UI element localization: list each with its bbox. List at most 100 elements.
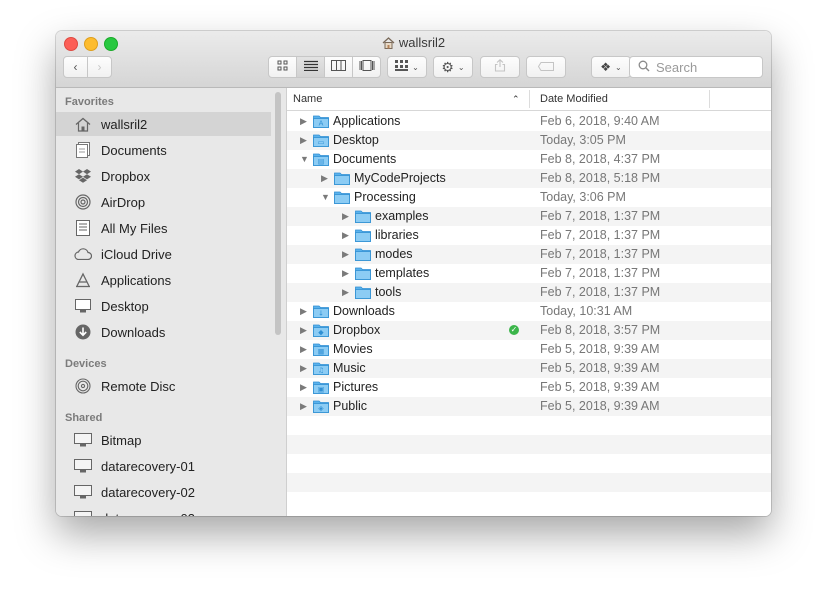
disclosure-collapsed-icon[interactable]: ▶	[342, 268, 351, 278]
file-row[interactable]: ▶ A Applications Feb 6, 2018, 9:40 AM	[287, 112, 771, 131]
list-view-button[interactable]	[296, 56, 325, 78]
sidebar-item-icloud-drive[interactable]: iCloud Drive	[56, 242, 271, 266]
file-row[interactable]: ▶ ◆ Dropbox ✓ Feb 8, 2018, 3:57 PM	[287, 321, 771, 340]
sidebar-item-datarecovery-03[interactable]: datarecovery-03	[56, 506, 271, 516]
column-view-icon	[331, 60, 346, 74]
sidebar-item-label: Bitmap	[101, 432, 142, 448]
sidebar-item-airdrop[interactable]: AirDrop	[56, 190, 271, 214]
folder-icon: ▦	[313, 342, 329, 356]
file-date-modified: Today, 3:06 PM	[540, 190, 626, 204]
disclosure-collapsed-icon[interactable]: ▶	[300, 325, 309, 335]
sort-ascending-icon: ⌃	[512, 94, 520, 104]
share-button[interactable]	[480, 56, 520, 78]
file-name: modes	[375, 247, 413, 261]
disclosure-collapsed-icon[interactable]: ▶	[342, 287, 351, 297]
sidebar-item-datarecovery-01[interactable]: datarecovery-01	[56, 454, 271, 478]
list-view-icon	[303, 60, 318, 74]
sidebar-item-applications[interactable]: Applications	[56, 268, 271, 292]
file-row[interactable]: ▶ modes Feb 7, 2018, 1:37 PM	[287, 245, 771, 264]
file-row[interactable]: ▶ MyCodeProjects Feb 8, 2018, 5:18 PM	[287, 169, 771, 188]
disclosure-collapsed-icon[interactable]: ▶	[300, 116, 309, 126]
disclosure-collapsed-icon[interactable]: ▶	[300, 401, 309, 411]
sidebar-item-label: Dropbox	[101, 168, 151, 184]
action-button[interactable]: ⚙ ⌄	[433, 56, 473, 78]
file-list: Name ⌃ Date Modified ▶ A Applications Feb 6…	[287, 88, 771, 516]
file-name: Downloads	[333, 304, 395, 318]
file-row[interactable]: ▶ templates Feb 7, 2018, 1:37 PM	[287, 264, 771, 283]
file-row[interactable]: ▶ examples Feb 7, 2018, 1:37 PM	[287, 207, 771, 226]
sidebar-item-wallsril2[interactable]: wallsril2	[56, 112, 271, 136]
gallery-view-button[interactable]	[352, 56, 381, 78]
downloads-icon	[73, 323, 93, 341]
computer-icon	[73, 483, 93, 501]
sidebar-item-documents[interactable]: Documents	[56, 138, 271, 162]
sidebar-item-label: All My Files	[101, 220, 168, 236]
sidebar-item-datarecovery-02[interactable]: datarecovery-02	[56, 480, 271, 504]
sidebar-item-remote-disc[interactable]: Remote Disc	[56, 374, 271, 398]
dropbox-menu-button[interactable]: ❖ ⌄	[591, 56, 631, 78]
search-field[interactable]: Search	[629, 56, 763, 78]
file-name: Applications	[333, 114, 401, 128]
sidebar-item-dropbox[interactable]: Dropbox	[56, 164, 271, 188]
share-icon	[494, 59, 506, 75]
folder-icon: ◈	[313, 399, 329, 413]
disclosure-collapsed-icon[interactable]: ▶	[342, 211, 351, 221]
sidebar-item-label: wallsril2	[101, 116, 148, 132]
sidebar-item-downloads[interactable]: Downloads	[56, 320, 271, 344]
computer-icon	[73, 457, 93, 475]
disclosure-collapsed-icon[interactable]: ▶	[300, 363, 309, 373]
disclosure-collapsed-icon[interactable]: ▶	[300, 306, 309, 316]
disclosure-collapsed-icon[interactable]: ▶	[300, 344, 309, 354]
disclosure-collapsed-icon[interactable]: ▶	[300, 135, 309, 145]
column-view-button[interactable]	[324, 56, 353, 78]
file-row[interactable]: ▶ ↓ Downloads Today, 10:31 AM	[287, 302, 771, 321]
file-row[interactable]: ▶ ▦ Movies Feb 5, 2018, 9:39 AM	[287, 340, 771, 359]
disclosure-expanded-icon[interactable]: ▼	[300, 154, 309, 164]
name-column-header[interactable]: Name	[293, 93, 322, 105]
column-separator[interactable]	[709, 90, 710, 108]
applications-icon	[73, 271, 93, 289]
back-button[interactable]: ‹	[63, 56, 88, 78]
disclosure-expanded-icon[interactable]: ▼	[321, 192, 330, 202]
sidebar-item-desktop[interactable]: Desktop	[56, 294, 271, 318]
folder-icon	[355, 266, 371, 280]
documents-icon	[73, 141, 93, 159]
disclosure-collapsed-icon[interactable]: ▶	[342, 249, 351, 259]
file-row[interactable]: ▶ tools Feb 7, 2018, 1:37 PM	[287, 283, 771, 302]
file-row[interactable]: ▶ ♫ Music Feb 5, 2018, 9:39 AM	[287, 359, 771, 378]
sidebar-item-label: Documents	[101, 142, 167, 158]
gallery-view-icon	[359, 60, 375, 74]
all-files-icon	[73, 219, 93, 237]
file-name: Pictures	[333, 380, 379, 394]
file-row[interactable]: ▶ libraries Feb 7, 2018, 1:37 PM	[287, 226, 771, 245]
arrange-button[interactable]: ⌄	[387, 56, 427, 78]
svg-text:♫: ♫	[318, 367, 324, 375]
disclosure-collapsed-icon[interactable]: ▶	[321, 173, 330, 183]
file-row[interactable]: ▼ ▤ Documents Feb 8, 2018, 4:37 PM	[287, 150, 771, 169]
column-separator[interactable]	[529, 90, 530, 108]
folder-icon	[355, 228, 371, 242]
sidebar-item-label: AirDrop	[101, 194, 146, 210]
sidebar-item-bitmap[interactable]: Bitmap	[56, 428, 271, 452]
svg-text:◆: ◆	[318, 329, 324, 337]
icon-view-button[interactable]	[268, 56, 297, 78]
file-name: MyCodeProjects	[354, 171, 446, 185]
folder-icon: ↓	[313, 304, 329, 318]
finder-window: wallsril2 ‹ › ⌄ ⚙ ⌄ ❖ ⌄ Search Favorites…	[56, 31, 771, 516]
file-row[interactable]: ▶ ▭ Desktop Today, 3:05 PM	[287, 131, 771, 150]
forward-button[interactable]: ›	[87, 56, 112, 78]
file-name: Dropbox	[333, 323, 381, 337]
file-row[interactable]: ▶ ▣ Pictures Feb 5, 2018, 9:39 AM	[287, 378, 771, 397]
sidebar-scrollbar[interactable]	[275, 92, 281, 335]
sidebar-item-all-my-files[interactable]: All My Files	[56, 216, 271, 240]
file-date-modified: Feb 7, 2018, 1:37 PM	[540, 247, 661, 261]
disclosure-collapsed-icon[interactable]: ▶	[342, 230, 351, 240]
tags-button[interactable]	[526, 56, 566, 78]
file-date-modified: Feb 5, 2018, 9:39 AM	[540, 361, 660, 375]
file-row[interactable]: ▶ ◈ Public Feb 5, 2018, 9:39 AM	[287, 397, 771, 416]
file-row[interactable]: ▼ Processing Today, 3:06 PM	[287, 188, 771, 207]
date-column-header[interactable]: Date Modified	[540, 93, 608, 105]
disclosure-collapsed-icon[interactable]: ▶	[300, 382, 309, 392]
file-name: tools	[375, 285, 402, 299]
sidebar-item-label: datarecovery-03	[101, 511, 195, 517]
